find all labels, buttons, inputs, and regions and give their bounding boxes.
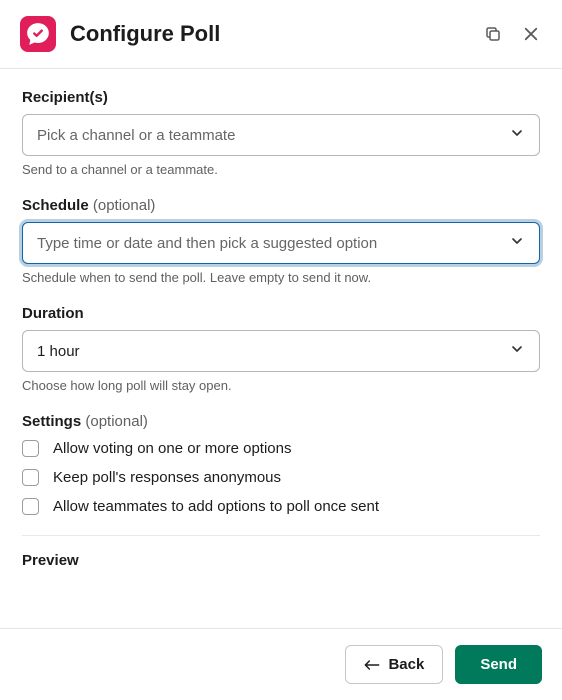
chevron-down-icon — [509, 341, 525, 361]
settings-section: Settings (optional) Allow voting on one … — [22, 413, 540, 515]
schedule-select[interactable]: Type time or date and then pick a sugges… — [22, 222, 540, 264]
header-actions — [482, 23, 542, 45]
checkbox-label: Keep poll's responses anonymous — [53, 469, 281, 486]
checkbox-label: Allow teammates to add options to poll o… — [53, 498, 379, 515]
recipients-placeholder: Pick a channel or a teammate — [37, 127, 235, 144]
schedule-hint: Schedule when to send the poll. Leave em… — [22, 270, 540, 285]
duration-value: 1 hour — [37, 343, 80, 360]
checkbox[interactable] — [22, 498, 39, 515]
schedule-optional: (optional) — [93, 197, 156, 214]
setting-add-options[interactable]: Allow teammates to add options to poll o… — [22, 498, 540, 515]
schedule-label: Schedule (optional) — [22, 197, 540, 214]
checkbox-label: Allow voting on one or more options — [53, 440, 291, 457]
app-icon — [20, 16, 56, 52]
back-button[interactable]: Back — [345, 645, 443, 684]
send-button-label: Send — [480, 656, 517, 673]
dialog-content: Recipient(s) Pick a channel or a teammat… — [0, 69, 562, 628]
recipients-select[interactable]: Pick a channel or a teammate — [22, 114, 540, 156]
chevron-down-icon — [509, 233, 525, 253]
arrow-left-icon — [364, 658, 380, 672]
close-icon[interactable] — [520, 23, 542, 45]
preview-label: Preview — [22, 552, 540, 569]
schedule-placeholder: Type time or date and then pick a sugges… — [37, 235, 377, 252]
duration-select[interactable]: 1 hour — [22, 330, 540, 372]
back-button-label: Back — [388, 656, 424, 673]
recipients-label: Recipient(s) — [22, 89, 540, 106]
schedule-label-text: Schedule — [22, 197, 89, 214]
send-button[interactable]: Send — [455, 645, 542, 684]
recipients-section: Recipient(s) Pick a channel or a teammat… — [22, 89, 540, 177]
dialog-header: Configure Poll — [0, 0, 562, 68]
recipients-hint: Send to a channel or a teammate. — [22, 162, 540, 177]
duration-section: Duration 1 hour Choose how long poll wil… — [22, 305, 540, 393]
settings-optional: (optional) — [85, 413, 148, 430]
copy-icon[interactable] — [482, 23, 504, 45]
setting-allow-multiple[interactable]: Allow voting on one or more options — [22, 440, 540, 457]
duration-hint: Choose how long poll will stay open. — [22, 378, 540, 393]
dialog-footer: Back Send — [0, 628, 562, 700]
settings-checkbox-list: Allow voting on one or more options Keep… — [22, 440, 540, 515]
duration-label: Duration — [22, 305, 540, 322]
settings-label: Settings (optional) — [22, 413, 540, 430]
section-divider — [22, 535, 540, 536]
checkbox[interactable] — [22, 440, 39, 457]
schedule-section: Schedule (optional) Type time or date an… — [22, 197, 540, 285]
dialog-title: Configure Poll — [70, 21, 468, 47]
setting-anonymous[interactable]: Keep poll's responses anonymous — [22, 469, 540, 486]
checkbox[interactable] — [22, 469, 39, 486]
settings-label-text: Settings — [22, 413, 81, 430]
chevron-down-icon — [509, 125, 525, 145]
